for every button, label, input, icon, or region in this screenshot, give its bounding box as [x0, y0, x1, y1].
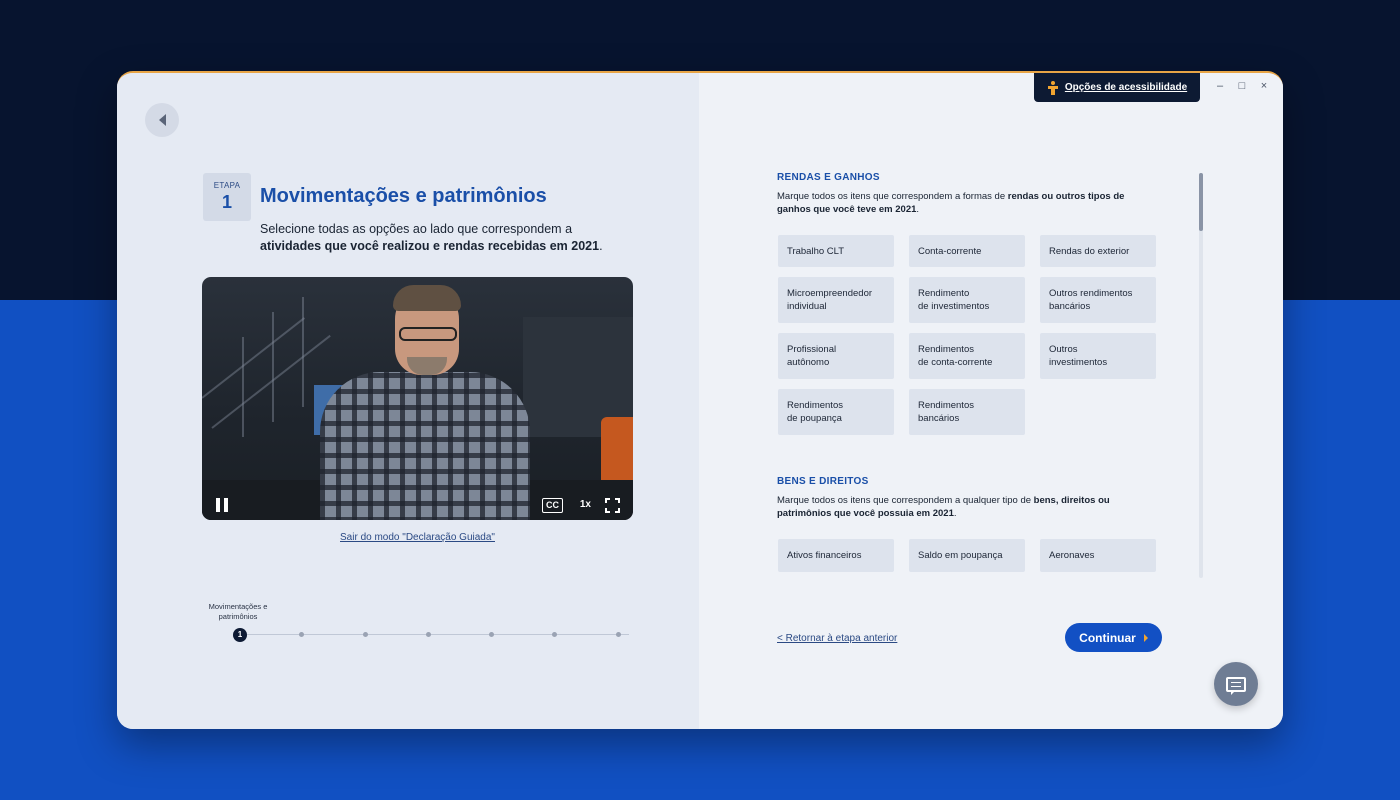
- option-label: Rendimentos bancários: [918, 400, 974, 424]
- option-checkbox[interactable]: Saldo em poupança: [909, 539, 1025, 572]
- window-controls: – □ ×: [1215, 80, 1269, 92]
- option-checkbox[interactable]: Rendimentos de conta-corrente: [909, 333, 1025, 379]
- option-checkbox[interactable]: Rendas do exterior: [1040, 235, 1156, 267]
- progress-current-label: Movimentações e patrimônios: [208, 602, 268, 621]
- progress-step-dot[interactable]: [489, 632, 494, 637]
- video-background-chair: [601, 417, 633, 487]
- option-label: Conta-corrente: [918, 245, 982, 257]
- continue-label: Continuar: [1079, 630, 1136, 645]
- section-desc-end: .: [916, 204, 920, 215]
- minimize-button[interactable]: –: [1215, 80, 1225, 92]
- chat-icon: [1226, 676, 1246, 695]
- back-button[interactable]: [145, 103, 179, 137]
- option-label: Ativos financeiros: [787, 550, 862, 561]
- option-label: Outros rendimentos bancários: [1049, 288, 1133, 312]
- progress-step-dot[interactable]: [616, 632, 621, 637]
- option-label: Microempreendedor individual: [787, 288, 873, 312]
- continue-button[interactable]: Continuar: [1065, 623, 1162, 652]
- subtitle-end-text: .: [599, 239, 603, 253]
- section-desc-bens: Marque todos os itens que correspondem a…: [777, 494, 1147, 520]
- arrow-left-icon: [158, 114, 166, 126]
- subtitle-bold-text: atividades que você realizou e rendas re…: [260, 239, 600, 253]
- section-desc-end: .: [953, 508, 957, 519]
- chevron-right-icon: [1143, 633, 1148, 642]
- option-label: Rendimento de investimentos: [918, 288, 990, 312]
- option-label: Rendimentos de poupança: [787, 400, 843, 424]
- close-button[interactable]: ×: [1259, 80, 1269, 92]
- section-title-rendas: RENDAS E GANHOS: [777, 172, 880, 183]
- option-checkbox[interactable]: Trabalho CLT: [778, 235, 894, 267]
- option-label: Profissional autônomo: [787, 344, 837, 368]
- option-checkbox[interactable]: Aeronaves: [1040, 539, 1156, 572]
- accessibility-icon: [1047, 80, 1059, 95]
- progress-step-dot[interactable]: [426, 632, 431, 637]
- playback-speed-button[interactable]: 1x: [580, 499, 591, 510]
- section-title-bens: BENS E DIREITOS: [777, 476, 869, 487]
- presenter-glasses: [399, 327, 457, 341]
- scrollbar-thumb[interactable]: [1199, 173, 1203, 231]
- page-subtitle: Selecione todas as opções ao lado que co…: [260, 221, 620, 255]
- option-label: Rendimentos de conta-corrente: [918, 344, 993, 368]
- progress-step-dot[interactable]: [363, 632, 368, 637]
- left-panel: ETAPA 1 Movimentações e patrimônios Sele…: [117, 73, 699, 729]
- step-label: ETAPA: [213, 181, 241, 190]
- option-checkbox[interactable]: Rendimentos bancários: [909, 389, 1025, 435]
- previous-step-link[interactable]: < Retornar à etapa anterior: [777, 633, 897, 644]
- option-checkbox[interactable]: Ativos financeiros: [778, 539, 894, 572]
- video-controls: CC 1x: [202, 490, 633, 520]
- scrollbar[interactable]: [1199, 173, 1203, 578]
- option-label: Outros investimentos: [1049, 344, 1108, 368]
- maximize-button[interactable]: □: [1237, 80, 1247, 92]
- video-player[interactable]: CC 1x: [202, 277, 633, 520]
- section-desc-text: Marque todos os itens que correspondem a…: [777, 191, 1008, 202]
- progress-step-active[interactable]: 1: [233, 628, 247, 642]
- option-checkbox[interactable]: Microempreendedor individual: [778, 277, 894, 323]
- progress-step-dot[interactable]: [299, 632, 304, 637]
- pause-icon[interactable]: [216, 498, 230, 512]
- section-desc-text: Marque todos os itens que correspondem a…: [777, 495, 1034, 506]
- exit-guided-mode-link[interactable]: Sair do modo "Declaração Guiada": [202, 532, 633, 543]
- section-desc-rendas: Marque todos os itens que correspondem a…: [777, 190, 1147, 216]
- progress-step-dot[interactable]: [552, 632, 557, 637]
- app-window: ETAPA 1 Movimentações e patrimônios Sele…: [117, 71, 1283, 729]
- option-checkbox[interactable]: Rendimento de investimentos: [909, 277, 1025, 323]
- accessibility-label: Opções de acessibilidade: [1064, 82, 1188, 93]
- step-indicator: ETAPA 1: [203, 173, 251, 221]
- page-title: Movimentações e patrimônios: [260, 185, 547, 207]
- option-label: Trabalho CLT: [787, 245, 845, 257]
- option-label: Saldo em poupança: [918, 550, 1003, 561]
- chat-button[interactable]: [1214, 662, 1258, 706]
- option-checkbox[interactable]: Rendimentos de poupança: [778, 389, 894, 435]
- option-checkbox[interactable]: Outros rendimentos bancários: [1040, 277, 1156, 323]
- fullscreen-icon[interactable]: [605, 498, 620, 513]
- progress-line: [239, 634, 629, 635]
- option-checkbox[interactable]: Profissional autônomo: [778, 333, 894, 379]
- option-label: Aeronaves: [1049, 550, 1095, 561]
- progress-stepper: 1: [233, 628, 629, 642]
- option-label: Rendas do exterior: [1049, 245, 1130, 257]
- subtitle-text: Selecione todas as opções ao lado que co…: [260, 222, 573, 236]
- option-checkbox[interactable]: Outros investimentos: [1040, 333, 1156, 379]
- option-checkbox[interactable]: Conta-corrente: [909, 235, 1025, 267]
- step-number: 1: [221, 192, 232, 212]
- accessibility-options-button[interactable]: Opções de acessibilidade: [1034, 73, 1200, 102]
- closed-captions-button[interactable]: CC: [542, 498, 563, 513]
- presenter-hair: [393, 285, 461, 311]
- right-panel: Opções de acessibilidade – □ × RENDAS E …: [699, 73, 1283, 729]
